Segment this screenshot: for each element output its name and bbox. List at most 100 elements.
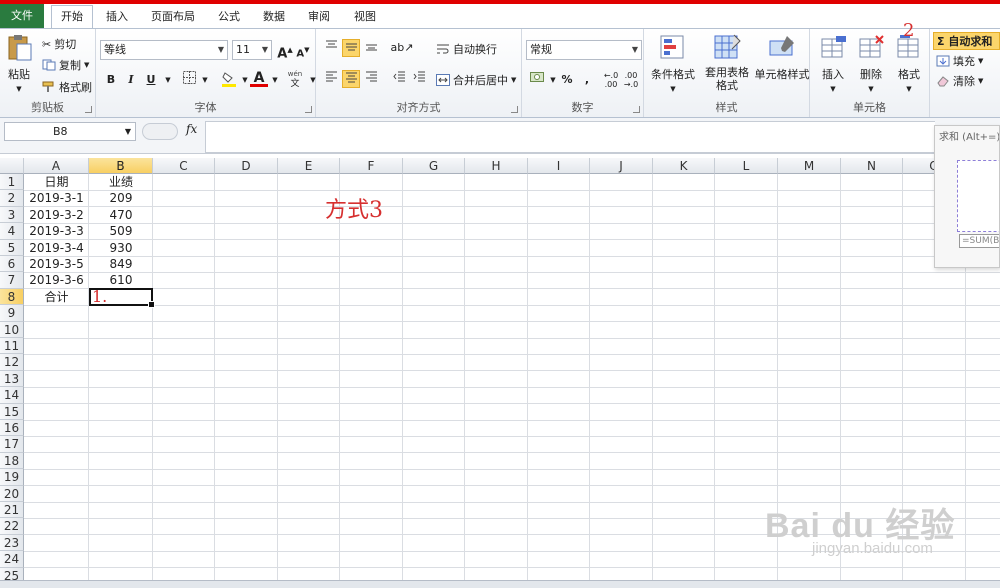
decrease-indent-button[interactable] xyxy=(390,70,408,88)
row-header-12[interactable]: 12 xyxy=(0,354,24,371)
autosum-button[interactable]: Σ 自动求和 xyxy=(933,32,1000,50)
tab-review[interactable]: 审阅 xyxy=(299,6,339,28)
percent-style-button[interactable]: % xyxy=(558,71,576,89)
paste-button[interactable]: 粘贴 ▼ xyxy=(4,33,34,93)
row-header-13[interactable]: 13 xyxy=(0,370,24,388)
row-header-1[interactable]: 1 xyxy=(0,174,24,191)
cut-button[interactable]: ✂ 剪切 xyxy=(42,36,76,52)
italic-button[interactable]: I xyxy=(122,71,140,89)
format-cells-button[interactable]: 格式 ▼ xyxy=(892,33,926,93)
column-header-k[interactable]: K xyxy=(653,158,715,174)
table-cell-date[interactable]: 2019-3-3 xyxy=(24,223,89,239)
align-center-button[interactable] xyxy=(342,70,360,88)
orientation-button[interactable]: ab↗ xyxy=(390,39,414,57)
comma-style-button[interactable]: , xyxy=(578,71,596,89)
row-header-6[interactable]: 6 xyxy=(0,256,24,273)
cell-a8-total-label[interactable]: 合计 xyxy=(24,289,89,305)
align-bottom-button[interactable] xyxy=(362,39,380,57)
row-header-14[interactable]: 14 xyxy=(0,387,24,404)
table-cell-value[interactable]: 930 xyxy=(89,240,153,256)
column-header-a[interactable]: A xyxy=(24,158,89,174)
column-header-d[interactable]: D xyxy=(215,158,278,174)
merge-dropdown-arrow[interactable]: ▼ xyxy=(511,76,516,84)
font-size-select[interactable]: 11 ▼ xyxy=(232,40,272,60)
font-color-dropdown-arrow[interactable]: ▼ xyxy=(266,71,284,89)
row-header-5[interactable]: 5 xyxy=(0,239,24,256)
bold-button[interactable]: B xyxy=(102,71,120,89)
row-header-7[interactable]: 7 xyxy=(0,272,24,289)
row-header-9[interactable]: 9 xyxy=(0,305,24,322)
table-cell-value[interactable]: 610 xyxy=(89,272,153,288)
wrap-text-button[interactable]: 自动换行 xyxy=(436,41,497,57)
merge-center-button[interactable]: 合并后居中 ▼ xyxy=(436,72,516,88)
column-header-h[interactable]: H xyxy=(465,158,528,174)
row-header-11[interactable]: 11 xyxy=(0,338,24,355)
column-header-m[interactable]: M xyxy=(778,158,841,174)
borders-dropdown-arrow[interactable]: ▼ xyxy=(196,71,214,89)
tab-data[interactable]: 数据 xyxy=(254,6,294,28)
row-header-22[interactable]: 22 xyxy=(0,518,24,535)
sheet-tab-bar[interactable] xyxy=(0,580,1000,588)
column-header-n[interactable]: N xyxy=(841,158,903,174)
tab-home[interactable]: 开始 xyxy=(51,5,93,28)
row-header-3[interactable]: 3 xyxy=(0,206,24,224)
row-header-16[interactable]: 16 xyxy=(0,420,24,437)
underline-dropdown-arrow[interactable]: ▼ xyxy=(159,71,177,89)
cell-b1-header[interactable]: 业绩 xyxy=(89,174,153,190)
cell-a1-header[interactable]: 日期 xyxy=(24,174,89,190)
row-header-15[interactable]: 15 xyxy=(0,403,24,420)
column-header-i[interactable]: I xyxy=(528,158,590,174)
row-header-24[interactable]: 24 xyxy=(0,551,24,568)
tab-formulas[interactable]: 公式 xyxy=(209,6,249,28)
table-cell-value[interactable]: 470 xyxy=(89,207,153,223)
table-cell-date[interactable]: 2019-3-6 xyxy=(24,272,89,288)
row-header-8[interactable]: 8 xyxy=(0,288,24,306)
number-dialog-launcher[interactable] xyxy=(633,106,640,113)
align-top-button[interactable] xyxy=(322,39,340,57)
number-format-select[interactable]: 常规 ▼ xyxy=(526,40,642,60)
tab-view[interactable]: 视图 xyxy=(345,6,385,28)
row-header-19[interactable]: 19 xyxy=(0,469,24,486)
row-header-17[interactable]: 17 xyxy=(0,436,24,453)
cell-styles-button[interactable]: 单元格样式 xyxy=(754,33,810,82)
formula-input[interactable] xyxy=(205,121,935,153)
table-cell-value[interactable]: 509 xyxy=(89,223,153,239)
align-middle-button[interactable] xyxy=(342,39,360,57)
shrink-font-button[interactable]: A▼ xyxy=(294,41,312,59)
font-dialog-launcher[interactable] xyxy=(305,106,312,113)
delete-cells-button[interactable]: 删除 ▼ xyxy=(854,33,888,93)
tab-insert[interactable]: 插入 xyxy=(97,6,137,28)
phonetic-button[interactable]: wén 文 xyxy=(284,69,306,89)
column-header-g[interactable]: G xyxy=(403,158,465,174)
table-cell-value[interactable]: 849 xyxy=(89,256,153,272)
tab-page-layout[interactable]: 页面布局 xyxy=(142,6,204,28)
table-cell-date[interactable]: 2019-3-4 xyxy=(24,240,89,256)
column-header-c[interactable]: C xyxy=(153,158,215,174)
row-header-20[interactable]: 20 xyxy=(0,485,24,502)
conditional-formatting-button[interactable]: 条件格式 ▼ xyxy=(650,33,696,93)
font-name-select[interactable]: 等线 ▼ xyxy=(100,40,228,60)
tab-file[interactable]: 文件 xyxy=(0,4,44,28)
align-right-button[interactable] xyxy=(362,70,380,88)
table-cell-date[interactable]: 2019-3-1 xyxy=(24,190,89,206)
format-painter-button[interactable]: 格式刷 xyxy=(42,79,92,95)
select-all-corner[interactable] xyxy=(0,158,24,174)
clear-button[interactable]: 清除 ▼ xyxy=(936,73,983,89)
clipboard-dialog-launcher[interactable] xyxy=(85,106,92,113)
fill-button[interactable]: 填充 ▼ xyxy=(936,53,983,69)
increase-decimal-button[interactable]: ←.0.00 xyxy=(602,71,620,89)
alignment-dialog-launcher[interactable] xyxy=(511,106,518,113)
row-header-21[interactable]: 21 xyxy=(0,502,24,519)
column-header-e[interactable]: E xyxy=(278,158,340,174)
row-header-18[interactable]: 18 xyxy=(0,452,24,470)
format-as-table-button[interactable]: 套用表格格式 xyxy=(700,33,754,92)
copy-button[interactable]: 复制 ▼ xyxy=(42,57,89,73)
row-header-10[interactable]: 10 xyxy=(0,321,24,338)
align-left-button[interactable] xyxy=(322,70,340,88)
column-header-l[interactable]: L xyxy=(715,158,778,174)
table-cell-date[interactable]: 2019-3-5 xyxy=(24,256,89,272)
row-header-4[interactable]: 4 xyxy=(0,223,24,240)
row-header-2[interactable]: 2 xyxy=(0,190,24,207)
table-cell-date[interactable]: 2019-3-2 xyxy=(24,207,89,223)
increase-indent-button[interactable] xyxy=(410,70,428,88)
